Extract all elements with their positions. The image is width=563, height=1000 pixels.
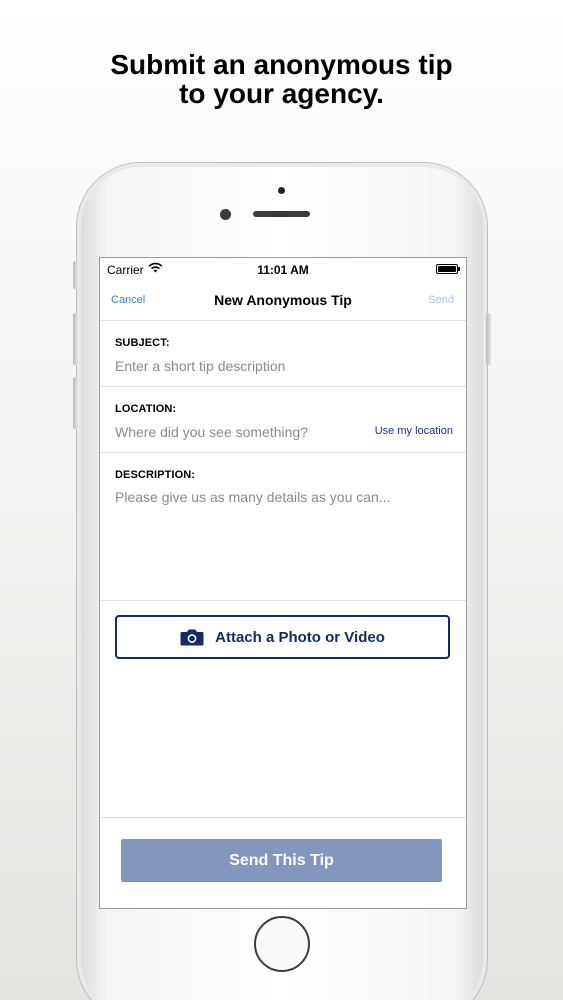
navigation-bar: Cancel New Anonymous Tip Send — [100, 280, 466, 321]
location-section: LOCATION: Use my location — [100, 387, 466, 453]
battery-icon — [436, 264, 460, 274]
volume-up-button — [73, 313, 78, 365]
description-section: DESCRIPTION: — [100, 453, 466, 601]
description-label: DESCRIPTION: — [115, 469, 196, 481]
description-textarea[interactable] — [115, 489, 451, 589]
subject-label: SUBJECT: — [115, 337, 170, 349]
volume-down-button — [73, 377, 78, 429]
home-button[interactable] — [254, 916, 310, 972]
proximity-sensor — [278, 187, 285, 194]
front-camera — [220, 209, 231, 220]
headline: Submit an anonymous tip to your agency. — [0, 50, 563, 108]
send-button[interactable]: Send — [428, 294, 454, 306]
phone-screen: Carrier 11:01 AM Cancel New Anonymous Ti… — [99, 257, 467, 909]
send-this-tip-button[interactable]: Send This Tip — [121, 839, 442, 882]
earpiece-speaker — [253, 211, 310, 217]
subject-section: SUBJECT: — [100, 321, 466, 387]
attach-photo-video-button[interactable]: Attach a Photo or Video — [115, 615, 450, 659]
power-button — [486, 313, 491, 365]
camera-icon — [180, 629, 204, 646]
mute-switch — [73, 261, 78, 289]
attach-button-label: Attach a Photo or Video — [215, 628, 385, 646]
location-input[interactable] — [115, 424, 355, 440]
attach-button-content: Attach a Photo or Video — [117, 617, 448, 657]
location-label: LOCATION: — [115, 403, 177, 415]
headline-line-2: to your agency. — [179, 78, 384, 109]
status-time: 11:01 AM — [257, 263, 309, 277]
headline-line-1: Submit an anonymous tip — [110, 49, 453, 80]
subject-input[interactable] — [115, 358, 445, 374]
use-my-location-link[interactable]: Use my location — [375, 425, 453, 437]
footer-divider — [100, 817, 466, 818]
status-bar: Carrier 11:01 AM — [100, 258, 466, 280]
page-title: New Anonymous Tip — [214, 292, 352, 308]
send-this-tip-label: Send This Tip — [229, 851, 334, 869]
